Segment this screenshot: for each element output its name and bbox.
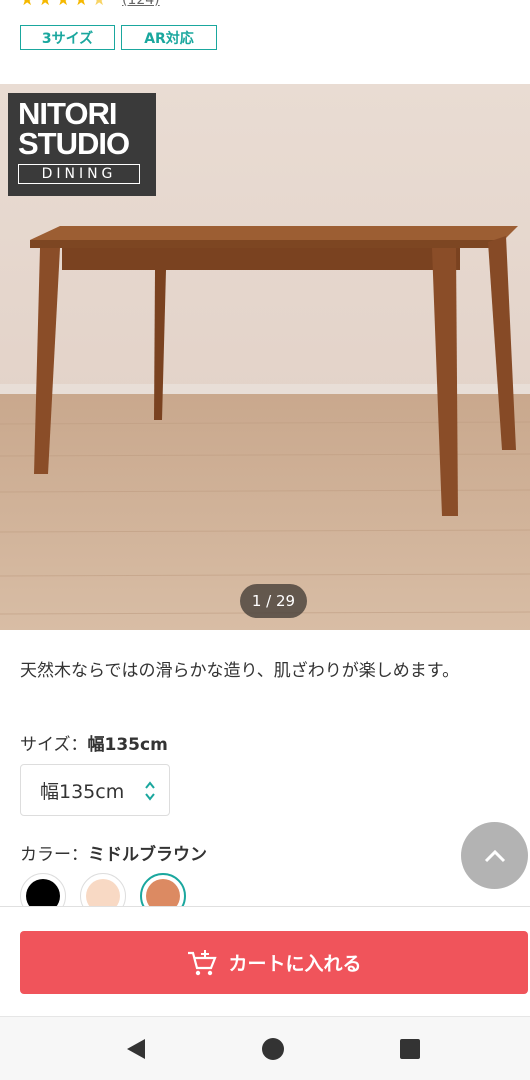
select-updown-icon [145,781,155,801]
review-count-link[interactable]: (124) [122,0,160,8]
badge-ar: AR対応 [121,25,217,50]
star-icon: ★ [20,0,36,8]
color-label: カラー：ミドルブラウン [20,840,207,865]
swatch-middle-brown[interactable] [140,873,186,907]
size-select[interactable]: 幅135cm [20,764,170,816]
system-nav-bar [0,1016,530,1080]
color-selected-value: ミドルブラウン [88,845,207,865]
product-image-gallery[interactable]: NITORI STUDIO DINING 1 / 29 [0,84,530,630]
recents-square-icon [400,1039,420,1059]
swatch-black[interactable] [20,873,66,907]
color-swatches [20,873,220,907]
swatch-color [86,879,120,907]
swatch-natural[interactable] [80,873,126,907]
chevron-up-icon [484,849,505,862]
recents-button[interactable] [398,1037,422,1061]
feature-badges: 3サイズ AR対応 [20,25,217,50]
home-circle-icon [262,1038,284,1060]
color-label-prefix: カラー： [20,845,88,865]
half-star-icon: ★ [92,0,108,8]
badge-sizes: 3サイズ [20,25,115,50]
star-icon: ★ [74,0,90,8]
swatch-color [146,879,180,907]
product-description: 天然木ならではの滑らかな造り、肌ざわりが楽しめます。 [20,661,460,681]
back-triangle-icon [127,1039,145,1059]
size-label-prefix: サイズ： [20,735,88,755]
swatch-color [26,879,60,907]
logo-text-nitori: NITORI [18,96,118,131]
logo-text-studio: STUDIO [18,126,130,161]
size-label: サイズ：幅135cm [20,730,168,755]
rating-stars: ★ ★ ★ ★ ★ [20,0,108,8]
brand-logo: NITORI STUDIO DINING [8,93,156,196]
cart-bar: カートに入れる [0,906,530,1016]
star-icon: ★ [56,0,72,8]
cart-add-icon [188,949,218,975]
add-to-cart-label: カートに入れる [228,953,362,975]
size-selected-value: 幅135cm [87,735,168,755]
star-icon: ★ [38,0,54,8]
rating-strip: ★ ★ ★ ★ ★ (124) [0,0,530,12]
scroll-to-top-button[interactable] [461,822,528,889]
logo-text-dining: DINING [18,164,140,184]
image-counter: 1 / 29 [240,584,307,618]
back-button[interactable] [124,1037,148,1061]
add-to-cart-button[interactable]: カートに入れる [20,931,528,994]
home-button[interactable] [261,1037,285,1061]
size-select-value: 幅135cm [40,780,125,803]
